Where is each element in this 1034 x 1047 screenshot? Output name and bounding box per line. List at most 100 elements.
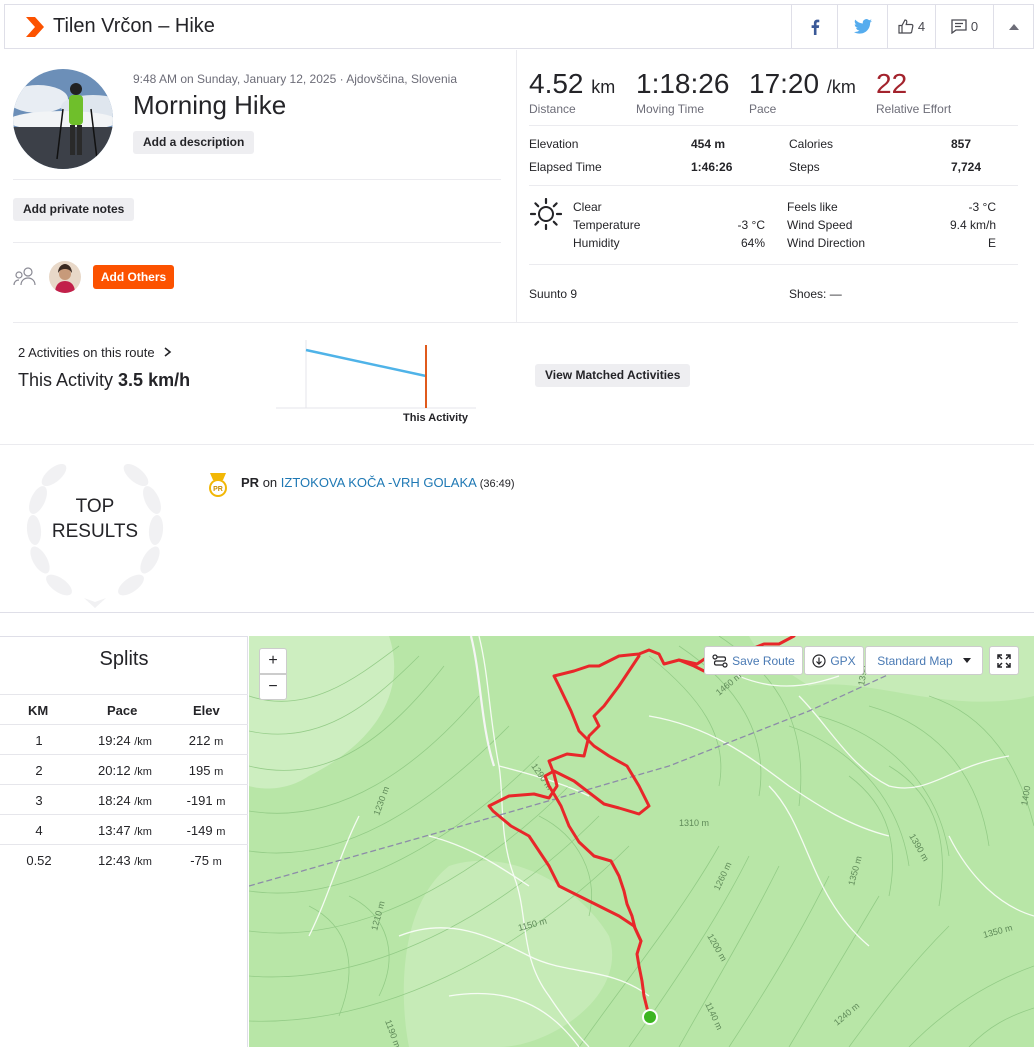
facebook-share-button[interactable]: [791, 4, 837, 49]
stat-relative-effort[interactable]: 22 Relative Effort: [876, 68, 951, 116]
route-icon: [712, 653, 728, 668]
add-others-button[interactable]: Add Others: [93, 265, 174, 289]
kudos-button[interactable]: 4: [887, 4, 935, 49]
elevation-value: 454 m: [691, 137, 726, 151]
divider: [529, 264, 1018, 265]
wind-direction-value: E: [987, 236, 996, 250]
route-start-marker: [644, 1011, 656, 1023]
companion-avatar[interactable]: [49, 261, 81, 293]
save-route-button[interactable]: Save Route: [704, 646, 803, 675]
split-pace: 12:43 /km: [80, 853, 170, 868]
map-type-label: Standard Map: [877, 653, 953, 668]
split-row: 3 18:24 /km -191 m: [0, 784, 248, 814]
pr-achievement: PR on IZTOKOVA KOČA -VRH GOLAKA (36:49): [241, 475, 515, 490]
divider: [13, 179, 501, 180]
twitter-share-button[interactable]: [837, 4, 887, 49]
split-elev-unit: m: [214, 766, 224, 778]
split-km: 4: [35, 823, 43, 838]
this-activity-speed-value: 3.5 km/h: [118, 370, 191, 390]
relative-effort-label: Relative Effort: [876, 102, 952, 116]
add-private-notes-button[interactable]: Add private notes: [13, 198, 135, 221]
segment-link[interactable]: IZTOKOVA KOČA -VRH GOLAKA: [281, 475, 476, 490]
twitter-icon: [853, 19, 872, 34]
activity-name: Morning Hike: [133, 90, 287, 120]
split-pace-value: 18:24: [98, 793, 131, 808]
split-elev-value: -191: [186, 793, 213, 808]
splits-header-elev: Elev: [193, 703, 220, 718]
sun-icon: [529, 197, 563, 235]
chevron-right-icon: [164, 347, 172, 357]
fullscreen-button[interactable]: [989, 646, 1019, 675]
activity-header: Tilen Vrčon – Hike 4 0: [4, 4, 1034, 49]
wind-direction-label: Wind Direction: [787, 236, 866, 250]
pr-medal-icon: PR: [207, 472, 229, 503]
split-pace-unit: /km: [134, 856, 152, 868]
gpx-label: GPX: [830, 653, 856, 668]
feels-like-value: -3 °C: [968, 200, 996, 214]
athlete-avatar[interactable]: [13, 69, 113, 169]
split-elev: 195 m: [170, 763, 242, 778]
split-elev-value: 195: [188, 763, 211, 778]
split-pace-unit: /km: [134, 736, 152, 748]
caret-down-icon: [962, 658, 971, 663]
split-elev-unit: m: [212, 856, 222, 868]
moving-time-value: 1:18:26: [636, 68, 730, 99]
temperature-value: -3 °C: [737, 218, 765, 232]
temperature-label: Temperature: [573, 218, 641, 232]
top-results-badge: TOP RESULTS: [14, 450, 176, 610]
device-name: Suunto 9: [529, 287, 578, 301]
weather-condition: Clear: [573, 200, 602, 214]
save-route-label: Save Route: [732, 653, 795, 668]
distance-label: Distance: [529, 102, 576, 116]
map-canvas: 1460 m 1390 1290 m 1230 m 1310 m 1260 m …: [249, 636, 1034, 1047]
route-map[interactable]: 1460 m 1390 1290 m 1230 m 1310 m 1260 m …: [249, 636, 1034, 1047]
activity-date-location: 9:48 AM on Sunday, January 12, 2025 · Aj…: [133, 72, 457, 86]
pr-on: on: [262, 475, 278, 490]
split-pace-value: 13:47: [98, 823, 131, 838]
route-trend-line: [305, 348, 427, 378]
splits-header-pace: Pace: [107, 703, 138, 718]
split-elev-unit: m: [216, 796, 226, 808]
zoom-in-button[interactable]: +: [259, 648, 287, 674]
gpx-download-button[interactable]: GPX: [804, 646, 864, 675]
split-elev-unit: m: [216, 826, 226, 838]
divider: [0, 612, 1034, 613]
elevation-label: Elevation: [529, 137, 579, 151]
collapse-button[interactable]: [993, 4, 1033, 49]
calories-value: 857: [951, 137, 972, 151]
column-divider: [516, 50, 517, 322]
split-pace: 18:24 /km: [80, 793, 170, 808]
avatar-photo: [13, 69, 113, 169]
zoom-out-button[interactable]: −: [259, 674, 287, 700]
segment-time: (36:49): [479, 478, 515, 490]
moving-time-label: Moving Time: [636, 102, 705, 116]
split-pace: 13:47 /km: [80, 823, 170, 838]
view-matched-activities-button[interactable]: View Matched Activities: [535, 364, 691, 387]
kudos-count: 4: [917, 19, 926, 34]
splits-header-km: KM: [28, 703, 49, 718]
split-pace: 20:12 /km: [80, 763, 170, 778]
add-description-button[interactable]: Add a description: [133, 131, 255, 154]
page-title: Tilen Vrčon – Hike: [53, 15, 215, 37]
divider: [0, 444, 1034, 445]
route-speed-chart: [276, 340, 476, 409]
matched-activities-link[interactable]: 2 Activities on this route: [18, 345, 172, 360]
split-elev-value: -75: [190, 853, 209, 868]
comments-button[interactable]: 0: [935, 4, 993, 49]
chart-this-activity-label: This Activity: [403, 412, 468, 424]
split-row: 4 13:47 /km -149 m: [0, 814, 248, 844]
calories-label: Calories: [789, 137, 834, 151]
stat-moving-time: 1:18:26 Moving Time: [636, 68, 729, 116]
hike-icon: [17, 5, 53, 49]
pace-value: 17:20: [749, 68, 820, 99]
caret-up-icon: [1008, 23, 1019, 30]
elapsed-time-label: Elapsed Time: [529, 160, 602, 174]
steps-label: Steps: [789, 160, 820, 174]
pr-badge-text: PR: [213, 486, 223, 493]
split-row: 0.52 12:43 /km -75 m: [0, 844, 248, 874]
this-activity-speed: This Activity 3.5 km/h: [18, 370, 190, 391]
comment-icon: [951, 19, 967, 34]
split-elev: 212 m: [170, 733, 242, 748]
map-type-select[interactable]: Standard Map: [865, 646, 983, 675]
split-pace: 19:24 /km: [80, 733, 170, 748]
